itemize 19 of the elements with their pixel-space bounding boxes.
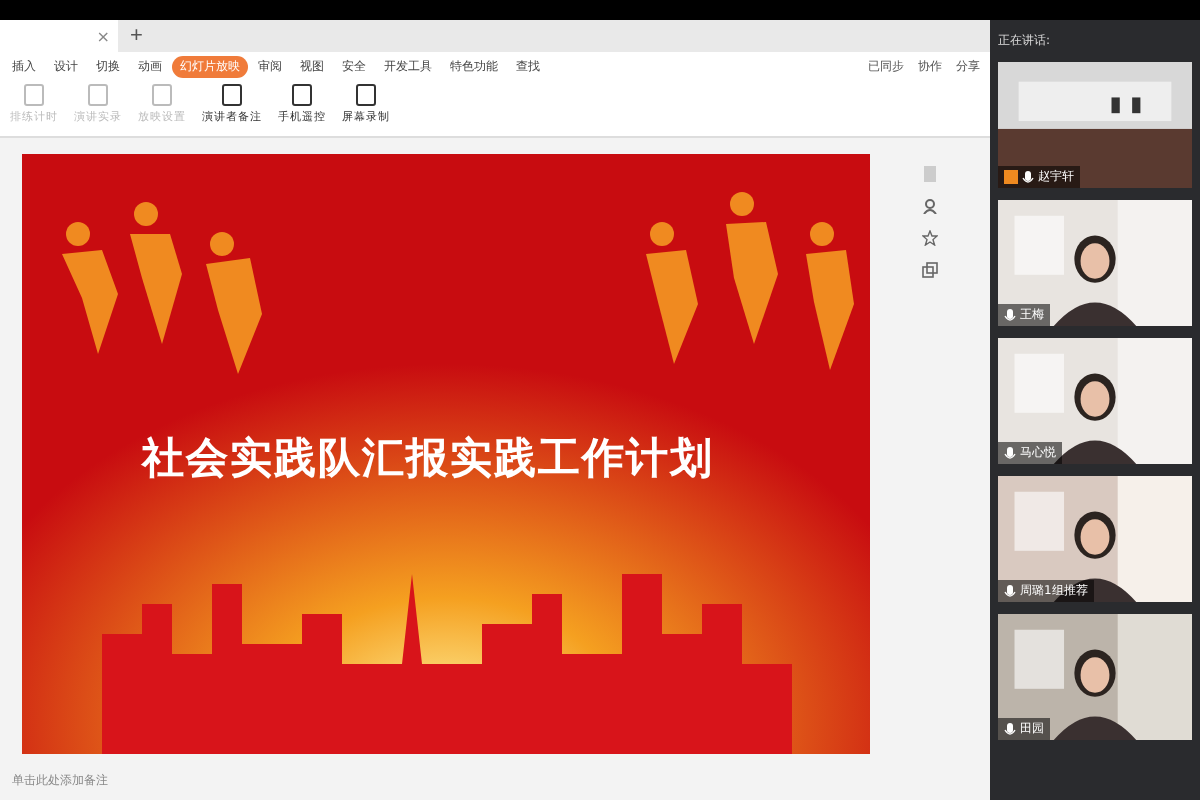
microphone-icon xyxy=(1022,169,1034,185)
microphone-icon xyxy=(1004,721,1016,737)
document-icon xyxy=(290,82,314,108)
copy-icon[interactable] xyxy=(922,262,938,278)
close-icon[interactable]: × xyxy=(96,27,110,45)
document-icon xyxy=(22,82,46,108)
star-icon[interactable] xyxy=(922,230,938,246)
slide-title: 社会实践队汇报实践工作计划 xyxy=(142,432,714,486)
document-icon xyxy=(220,82,244,108)
document-tab[interactable]: × xyxy=(0,20,118,52)
microphone-icon xyxy=(1004,307,1016,323)
document-icon xyxy=(150,82,174,108)
document-icon xyxy=(354,82,378,108)
microphone-icon xyxy=(1004,583,1016,599)
scrollbar-thumb[interactable] xyxy=(924,166,936,182)
new-tab-button[interactable]: + xyxy=(118,20,155,52)
document-icon xyxy=(86,82,110,108)
microphone-icon xyxy=(1004,445,1016,461)
person-icon[interactable] xyxy=(922,198,938,214)
